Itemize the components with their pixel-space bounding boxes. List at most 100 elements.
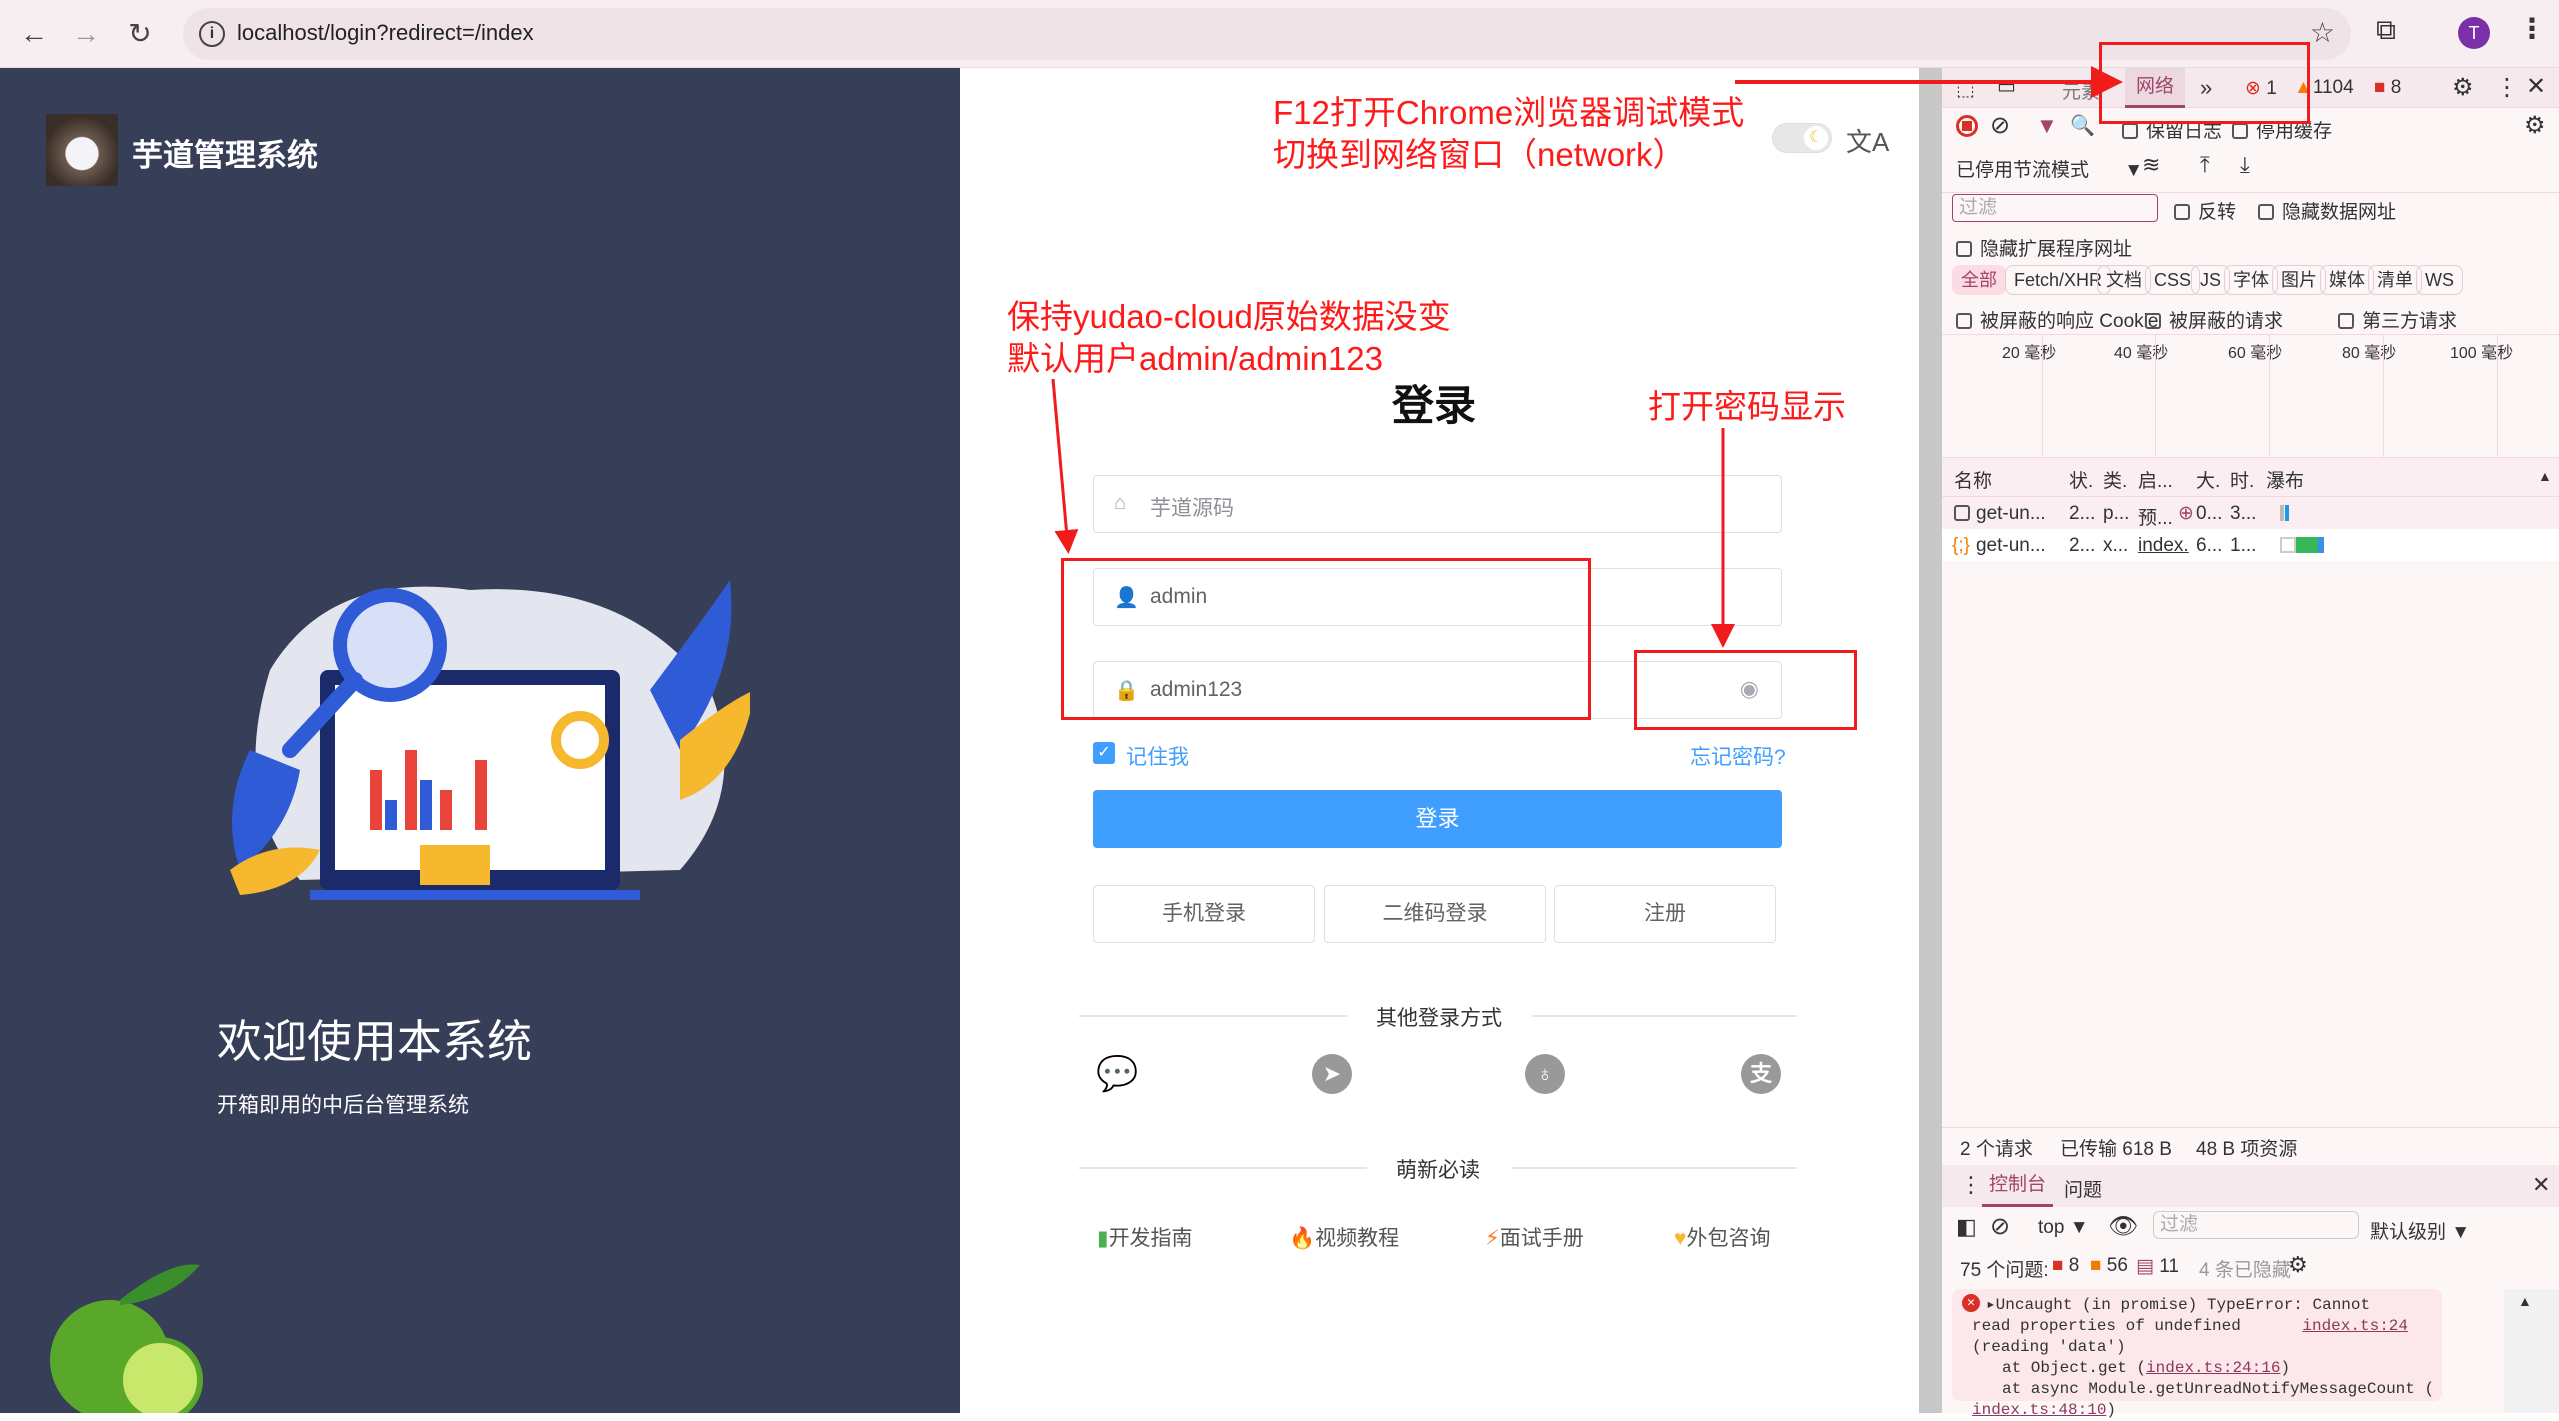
type-filter-doc[interactable]: 文档 bbox=[2097, 265, 2151, 295]
tab-console[interactable]: 控制台 bbox=[1982, 1165, 2053, 1207]
invert-checkbox[interactable]: 反转 bbox=[2174, 197, 2236, 224]
remember-checkbox[interactable]: ✓ bbox=[1093, 742, 1115, 764]
theme-toggle[interactable]: ☾ bbox=[1772, 123, 1832, 153]
close-devtools-icon[interactable]: ✕ bbox=[2526, 72, 2546, 101]
reload-button[interactable]: ↻ bbox=[120, 14, 160, 54]
link-label: 面试手册 bbox=[1499, 1227, 1584, 1250]
video-tutorial-link[interactable]: 🔥视频教程 bbox=[1289, 1222, 1399, 1252]
device-toggle-icon[interactable]: ▭ bbox=[1997, 74, 2016, 99]
page-scrollbar[interactable] bbox=[1919, 68, 1942, 1413]
tab-elements[interactable]: 元素 bbox=[2062, 77, 2100, 104]
console-scrollbar[interactable]: ▲ bbox=[2504, 1289, 2559, 1413]
table-row[interactable]: {;} get-un... 2... x... index. 6... 1... bbox=[1942, 529, 2559, 561]
hide-extension-urls-checkbox[interactable]: 隐藏扩展程序网址 bbox=[1956, 234, 2132, 261]
blocked-requests-checkbox[interactable]: 被屏蔽的请求 bbox=[2145, 306, 2283, 333]
checkbox-label: 被屏蔽的响应 Cookie bbox=[1980, 311, 2159, 332]
fire-icon: 🔥 bbox=[1289, 1227, 1316, 1250]
close-drawer-icon[interactable]: ✕ bbox=[2532, 1172, 2550, 1198]
context-select[interactable]: top ▼ bbox=[2038, 1217, 2089, 1239]
column-name[interactable]: 名称 bbox=[1954, 466, 1992, 493]
dingtalk-icon[interactable]: ➤ bbox=[1312, 1054, 1352, 1094]
column-status[interactable]: 状. bbox=[2069, 466, 2093, 493]
extensions-icon[interactable]: ⧉ bbox=[2376, 14, 2396, 47]
hide-data-urls-checkbox[interactable]: 隐藏数据网址 bbox=[2258, 197, 2396, 224]
lightning-icon: ⚡ bbox=[1485, 1227, 1500, 1250]
outsourcing-link[interactable]: ♥外包咨询 bbox=[1674, 1222, 1770, 1252]
error-source-link[interactable]: index.ts:24 bbox=[2302, 1316, 2408, 1337]
issue-warnings[interactable]: ■ 56 bbox=[2090, 1255, 2128, 1277]
import-har-icon[interactable]: ⤒ bbox=[2200, 152, 2210, 178]
network-overview-timeline[interactable]: 20 毫秒 40 毫秒 60 毫秒 80 毫秒 100 毫秒 bbox=[1942, 335, 2559, 457]
filter-icon[interactable]: ▼ bbox=[2036, 113, 2058, 139]
issue-errors[interactable]: ■ 8 bbox=[2052, 1255, 2079, 1277]
bookmark-star-icon[interactable]: ☆ bbox=[2310, 16, 2335, 49]
settings-gear-icon[interactable]: ⚙ bbox=[2452, 73, 2474, 102]
remember-label[interactable]: 记住我 bbox=[1126, 741, 1189, 771]
forgot-password-link[interactable]: 忘记密码? bbox=[1690, 741, 1786, 771]
throttle-value: 已停用节流模式 bbox=[1956, 160, 2090, 181]
log-level-select[interactable]: 默认级别 ▼ bbox=[2370, 1217, 2470, 1244]
table-row[interactable]: get-un... 2... p... 预... ⊕ 0... 3... bbox=[1942, 497, 2559, 529]
column-type[interactable]: 类. bbox=[2103, 466, 2127, 493]
tab-issues[interactable]: 问题 bbox=[2064, 1175, 2102, 1202]
network-filter-input[interactable]: 过滤 bbox=[1952, 194, 2158, 222]
type-filter-all[interactable]: 全部 bbox=[1952, 265, 2006, 295]
register-button[interactable]: 注册 bbox=[1554, 885, 1776, 943]
export-har-icon[interactable]: ⤓ bbox=[2240, 152, 2250, 178]
qrcode-login-button[interactable]: 二维码登录 bbox=[1324, 885, 1546, 943]
console-filter-input[interactable]: 过滤 bbox=[2153, 1211, 2359, 1239]
translate-icon[interactable]: 文A bbox=[1846, 122, 1889, 159]
interview-handbook-link[interactable]: ⚡面试手册 bbox=[1485, 1222, 1584, 1252]
drawer-menu-icon[interactable]: ⋮ bbox=[1960, 1172, 1982, 1198]
profile-avatar[interactable]: T bbox=[2458, 17, 2490, 49]
dev-guide-link[interactable]: ▮开发指南 bbox=[1097, 1222, 1193, 1252]
type-filter-fetch[interactable]: Fetch/XHR bbox=[2005, 265, 2112, 295]
wechat-icon[interactable]: 💬 bbox=[1096, 1054, 1138, 1094]
type-filter-font[interactable]: 字体 bbox=[2224, 265, 2278, 295]
clear-icon[interactable]: ⊘ bbox=[1990, 111, 2010, 140]
inspect-icon[interactable]: ⬚ bbox=[1956, 76, 1975, 101]
waterfall-bar bbox=[2285, 505, 2289, 521]
waterfall-bar bbox=[2296, 537, 2318, 553]
blocked-cookies-checkbox[interactable]: 被屏蔽的响应 Cookie bbox=[1956, 306, 2158, 333]
welcome-title: 欢迎使用本系统 bbox=[217, 1016, 533, 1067]
throttle-select[interactable]: 已停用节流模式 ▼ bbox=[1956, 155, 2143, 182]
column-time[interactable]: 时. bbox=[2230, 466, 2254, 493]
row-initiator-link[interactable]: index. bbox=[2138, 535, 2189, 557]
type-filter-img[interactable]: 图片 bbox=[2272, 265, 2326, 295]
type-filter-ws[interactable]: WS bbox=[2416, 265, 2463, 295]
type-filter-manifest[interactable]: 清单 bbox=[2368, 265, 2422, 295]
console-error-message[interactable]: ✕ ▸Uncaught (in promise) TypeError: Cann… bbox=[1952, 1289, 2442, 1419]
login-button[interactable]: 登录 bbox=[1093, 790, 1782, 848]
tenant-input[interactable]: ⌂ 芋道源码 bbox=[1093, 475, 1782, 533]
stack-link[interactable]: index.ts:48:10 bbox=[1972, 1401, 2106, 1419]
network-conditions-icon[interactable]: ≋ bbox=[2142, 152, 2160, 178]
network-settings-icon[interactable]: ⚙ bbox=[2524, 111, 2546, 140]
console-settings-icon[interactable]: ⚙ bbox=[2288, 1252, 2308, 1278]
browser-menu-icon[interactable]: ⋮ bbox=[2518, 12, 2546, 45]
sort-ascending-icon[interactable]: ▲ bbox=[2538, 468, 2552, 484]
column-initiator[interactable]: 启... bbox=[2138, 466, 2173, 493]
third-party-checkbox[interactable]: 第三方请求 bbox=[2338, 306, 2457, 333]
type-filter-media[interactable]: 媒体 bbox=[2320, 265, 2374, 295]
search-icon[interactable]: 🔍 bbox=[2070, 113, 2095, 138]
record-button[interactable] bbox=[1956, 115, 1978, 137]
site-info-icon[interactable]: i bbox=[199, 21, 225, 47]
address-bar[interactable]: i localhost/login?redirect=/index ☆ bbox=[183, 8, 2351, 60]
clear-console-icon[interactable]: ⊘ bbox=[1990, 1212, 2010, 1241]
alipay-icon[interactable]: 支 bbox=[1741, 1054, 1781, 1094]
row-time: 1... bbox=[2230, 535, 2257, 556]
row-type: p... bbox=[2103, 503, 2130, 524]
back-button[interactable]: ← bbox=[14, 14, 54, 54]
stack-link[interactable]: index.ts:24:16 bbox=[2146, 1359, 2280, 1377]
sidebar-toggle-icon[interactable]: ◧ bbox=[1956, 1214, 1977, 1240]
live-expression-eye-icon[interactable]: 👁 bbox=[2108, 1212, 2138, 1241]
github-icon[interactable]: ♁ bbox=[1525, 1054, 1565, 1094]
column-size[interactable]: 大. bbox=[2196, 466, 2220, 493]
forward-button[interactable]: → bbox=[66, 14, 106, 54]
devtools-menu-icon[interactable]: ⋮ bbox=[2495, 73, 2519, 102]
column-waterfall[interactable]: 瀑布 bbox=[2266, 466, 2304, 493]
phone-login-button[interactable]: 手机登录 bbox=[1093, 885, 1315, 943]
issue-info[interactable]: ▤ 11 bbox=[2136, 1255, 2179, 1278]
issue-count[interactable]: ■ 8 bbox=[2374, 77, 2401, 99]
